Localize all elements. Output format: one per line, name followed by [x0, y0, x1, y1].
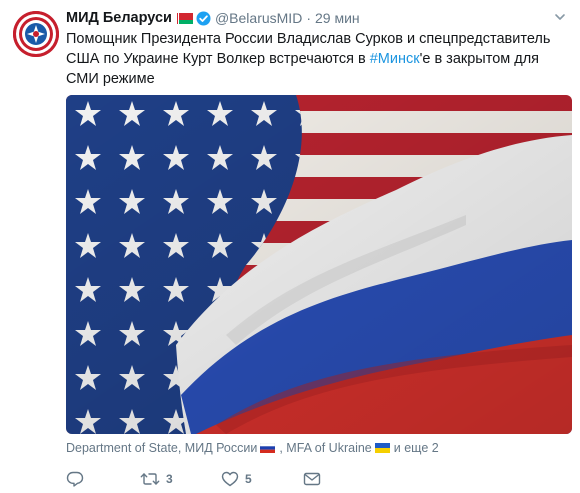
tweet-text: Помощник Президента России Владислав Сур…: [66, 29, 566, 89]
like-button[interactable]: 5: [221, 471, 303, 487]
russia-flag-icon: [260, 443, 276, 453]
reply-button[interactable]: [66, 471, 140, 487]
mfa-emblem-icon: [13, 11, 59, 57]
belarus-flag-icon: [175, 12, 193, 24]
verified-badge-icon: [196, 11, 211, 26]
author-name[interactable]: МИД Беларуси: [66, 10, 172, 26]
photo-tagged-users[interactable]: Department of State, МИД России , MFA of…: [66, 441, 439, 455]
ukraine-flag-icon: [374, 443, 390, 453]
like-count: 5: [245, 472, 252, 486]
tweet-actions: 3 5: [66, 470, 321, 488]
tagged-users-first: Department of State, МИД России: [66, 441, 258, 455]
direct-message-button[interactable]: [303, 471, 321, 487]
reply-icon: [66, 471, 84, 487]
flags-photo: [66, 95, 572, 434]
tweet-timestamp[interactable]: 29 мин: [315, 10, 360, 26]
chevron-down-icon[interactable]: [554, 11, 566, 23]
tweet-photo[interactable]: [66, 95, 572, 434]
author-avatar[interactable]: [13, 11, 59, 57]
author-username[interactable]: @BelarusMID: [215, 10, 302, 26]
envelope-icon: [303, 472, 321, 486]
tweet[interactable]: МИД Беларуси @BelarusMID · 29 мин Помощн…: [0, 0, 580, 493]
retweet-button[interactable]: 3: [140, 471, 221, 487]
tagged-users-more: и еще 2: [393, 441, 439, 455]
tagged-users-second: , MFA of Ukraine: [279, 441, 372, 455]
hashtag-link[interactable]: #Минск: [370, 51, 420, 67]
separator-dot: ·: [306, 10, 311, 26]
retweet-count: 3: [166, 472, 173, 486]
heart-icon: [221, 471, 239, 487]
retweet-icon: [140, 473, 160, 485]
